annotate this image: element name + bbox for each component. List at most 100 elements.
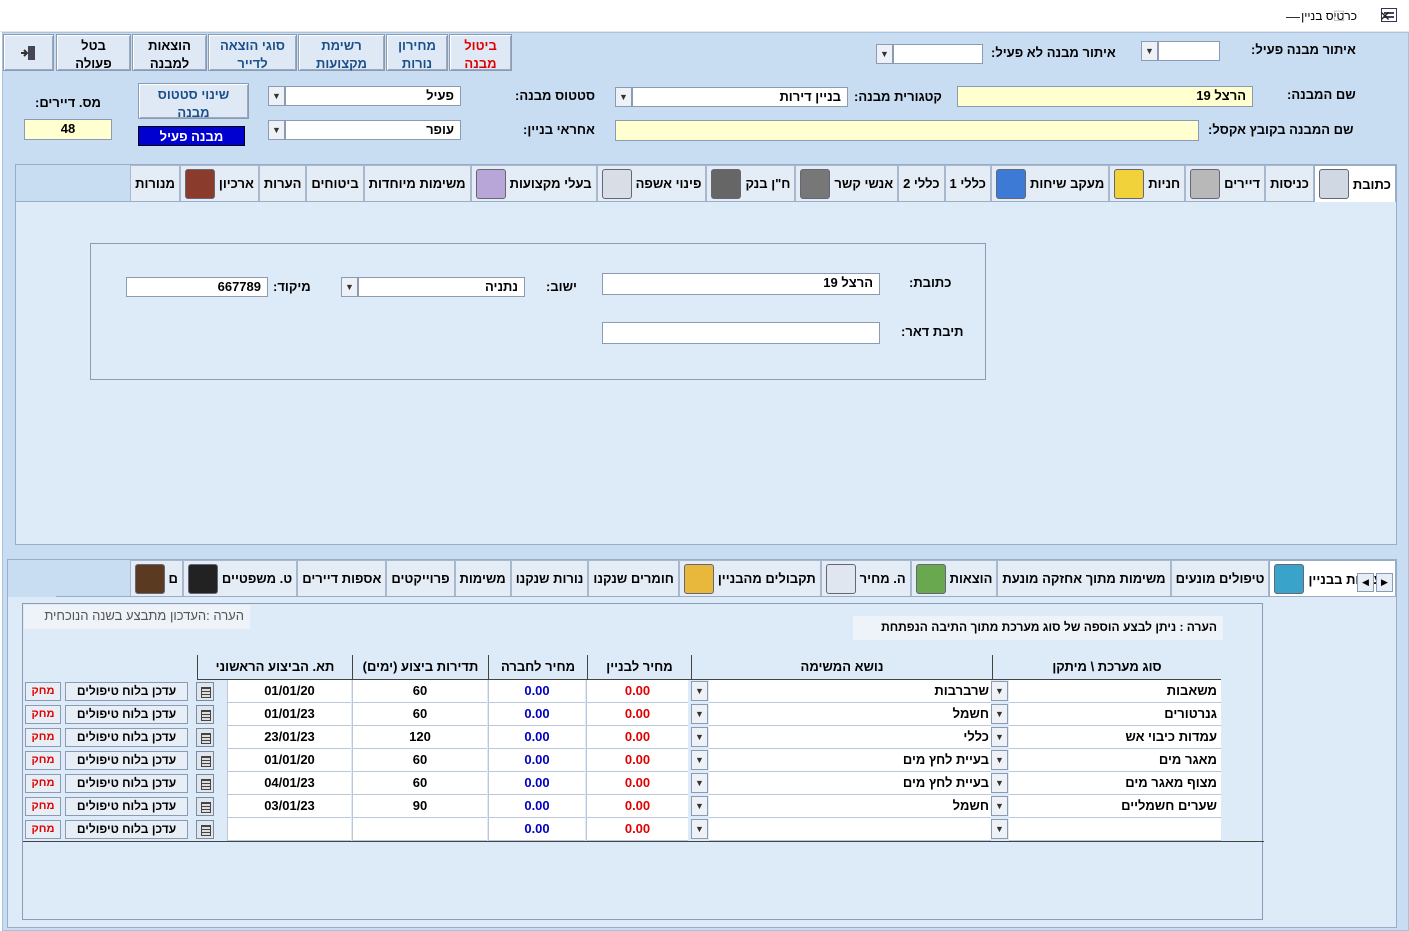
company-price-cell[interactable]: 0.00: [488, 703, 585, 726]
delete-row-button[interactable]: מחק: [25, 682, 61, 701]
update-schedule-button[interactable]: עדכן בלוח טיפולים: [65, 774, 188, 793]
top-tab-9[interactable]: פינוי אשפה: [596, 165, 707, 201]
bottom-tab-7[interactable]: נורות שנקנו: [510, 560, 589, 596]
cancel-building-button[interactable]: ביטול מבנה: [449, 34, 512, 71]
bottom-tab-6[interactable]: חומרים שנקנו: [588, 560, 679, 596]
pobox-field[interactable]: [602, 322, 880, 344]
active-search-input[interactable]: [1158, 41, 1220, 61]
first-date-cell[interactable]: [227, 818, 351, 841]
delete-row-button[interactable]: מחק: [25, 820, 61, 839]
bottom-tab-3[interactable]: הוצאות: [910, 560, 998, 596]
delete-row-button[interactable]: מחק: [25, 705, 61, 724]
expense-types-button[interactable]: סוגי הוצאה לדייר: [208, 34, 297, 71]
frequency-cell[interactable]: 60: [352, 749, 487, 772]
top-tab-3[interactable]: חניות: [1109, 165, 1186, 201]
update-schedule-button[interactable]: עדכן בלוח טיפולים: [65, 705, 188, 724]
calculator-icon[interactable]: [196, 728, 214, 747]
task-dropdown[interactable]: ▼: [691, 773, 708, 793]
top-tab-1[interactable]: כניסות: [1265, 165, 1314, 201]
frequency-cell[interactable]: 60: [352, 680, 487, 703]
status-dropdown[interactable]: ▼: [268, 86, 285, 106]
company-price-cell[interactable]: 0.00: [488, 749, 585, 772]
frequency-cell[interactable]: 90: [352, 795, 487, 818]
delete-row-button[interactable]: מחק: [25, 728, 61, 747]
top-tab-15[interactable]: מנורות: [130, 165, 180, 201]
system-type-cell[interactable]: גנרטורים: [1009, 703, 1221, 726]
building-price-cell[interactable]: 0.00: [586, 749, 688, 772]
system-type-dropdown[interactable]: ▼: [991, 750, 1008, 770]
building-price-cell[interactable]: 0.00: [586, 726, 688, 749]
task-subject-cell[interactable]: חשמל: [709, 703, 991, 726]
top-tab-5[interactable]: כללי 1: [944, 165, 991, 201]
update-schedule-button[interactable]: עדכן בלוח טיפולים: [65, 751, 188, 770]
category-field[interactable]: בניין דירות: [632, 87, 848, 107]
calculator-icon[interactable]: [196, 774, 214, 793]
update-schedule-button[interactable]: עדכן בלוח טיפולים: [65, 820, 188, 839]
frequency-cell[interactable]: [352, 818, 487, 841]
bottom-tab-2[interactable]: משימות מתוך אחזקה מונעת: [997, 560, 1171, 596]
update-schedule-button[interactable]: עדכן בלוח טיפולים: [65, 728, 188, 747]
frequency-cell[interactable]: 60: [352, 703, 487, 726]
zip-field[interactable]: 667789: [126, 277, 268, 297]
top-tab-6[interactable]: כללי 2: [898, 165, 945, 201]
system-type-dropdown[interactable]: ▼: [991, 704, 1008, 724]
company-price-cell[interactable]: 0.00: [488, 726, 585, 749]
category-dropdown[interactable]: ▼: [615, 87, 632, 107]
company-price-cell[interactable]: 0.00: [488, 772, 585, 795]
building-price-cell[interactable]: 0.00: [586, 795, 688, 818]
top-tab-14[interactable]: ארכיון: [179, 165, 259, 201]
calculator-icon[interactable]: [196, 797, 214, 816]
first-date-cell[interactable]: 01/01/23: [227, 703, 351, 726]
inactive-search-input[interactable]: [893, 44, 983, 64]
calculator-icon[interactable]: [196, 682, 214, 701]
system-type-dropdown[interactable]: ▼: [991, 773, 1008, 793]
first-date-cell[interactable]: 03/01/23: [227, 795, 351, 818]
bottom-tab-1[interactable]: טיפולים מונעים: [1170, 560, 1270, 596]
building-price-cell[interactable]: 0.00: [586, 772, 688, 795]
task-dropdown[interactable]: ▼: [691, 819, 708, 839]
system-type-cell[interactable]: [1009, 818, 1221, 841]
building-price-cell[interactable]: 0.00: [586, 818, 688, 841]
professions-list-button[interactable]: רשימת מקצועות: [298, 34, 385, 71]
task-subject-cell[interactable]: [709, 818, 991, 841]
excel-name-field[interactable]: [615, 120, 1199, 141]
task-dropdown[interactable]: ▼: [691, 750, 708, 770]
task-dropdown[interactable]: ▼: [691, 796, 708, 816]
task-dropdown[interactable]: ▼: [691, 727, 708, 747]
update-schedule-button[interactable]: עדכן בלוח טיפולים: [65, 797, 188, 816]
change-status-button[interactable]: שינוי סטטוס מבנה: [138, 83, 249, 120]
exit-button[interactable]: [3, 34, 54, 71]
city-field[interactable]: נתניה: [358, 277, 525, 297]
building-price-cell[interactable]: 0.00: [586, 680, 688, 703]
close-button[interactable]: ✕: [1362, 0, 1408, 32]
lamp-prices-button[interactable]: מחירון נורות: [386, 34, 448, 71]
frequency-cell[interactable]: 60: [352, 772, 487, 795]
company-price-cell[interactable]: 0.00: [488, 795, 585, 818]
status-field[interactable]: פעיל: [285, 86, 461, 106]
top-tab-8[interactable]: ח"ן בנק: [706, 165, 796, 201]
bottom-tab-11[interactable]: ט. משפטיים: [182, 560, 298, 596]
delete-row-button[interactable]: מחק: [25, 774, 61, 793]
update-schedule-button[interactable]: עדכן בלוח טיפולים: [65, 682, 188, 701]
tabs-scroll-left-button[interactable]: ◀: [1357, 573, 1374, 592]
task-subject-cell[interactable]: חשמל: [709, 795, 991, 818]
task-dropdown[interactable]: ▼: [691, 681, 708, 701]
task-subject-cell[interactable]: בעיית לחץ מים: [709, 749, 991, 772]
first-date-cell[interactable]: 04/01/23: [227, 772, 351, 795]
delete-row-button[interactable]: מחק: [25, 797, 61, 816]
calculator-icon[interactable]: [196, 751, 214, 770]
top-tab-7[interactable]: אנשי קשר: [795, 165, 899, 201]
bottom-tab-4[interactable]: ה. מחיר: [820, 560, 911, 596]
system-type-cell[interactable]: שערים חשמליים: [1009, 795, 1221, 818]
tenants-count-value[interactable]: 48: [24, 119, 112, 140]
frequency-cell[interactable]: 120: [352, 726, 487, 749]
manager-field[interactable]: עופר: [285, 120, 461, 140]
calculator-icon[interactable]: [196, 820, 214, 839]
task-subject-cell[interactable]: כללי: [709, 726, 991, 749]
system-type-cell[interactable]: מצוף מאגר מים: [1009, 772, 1221, 795]
system-type-cell[interactable]: עמדות כיבוי אש: [1009, 726, 1221, 749]
calculator-icon[interactable]: [196, 705, 214, 724]
address-field[interactable]: הרצל 19: [602, 273, 880, 295]
system-type-dropdown[interactable]: ▼: [991, 819, 1008, 839]
cancel-action-button[interactable]: בטל פעולה: [56, 34, 131, 71]
